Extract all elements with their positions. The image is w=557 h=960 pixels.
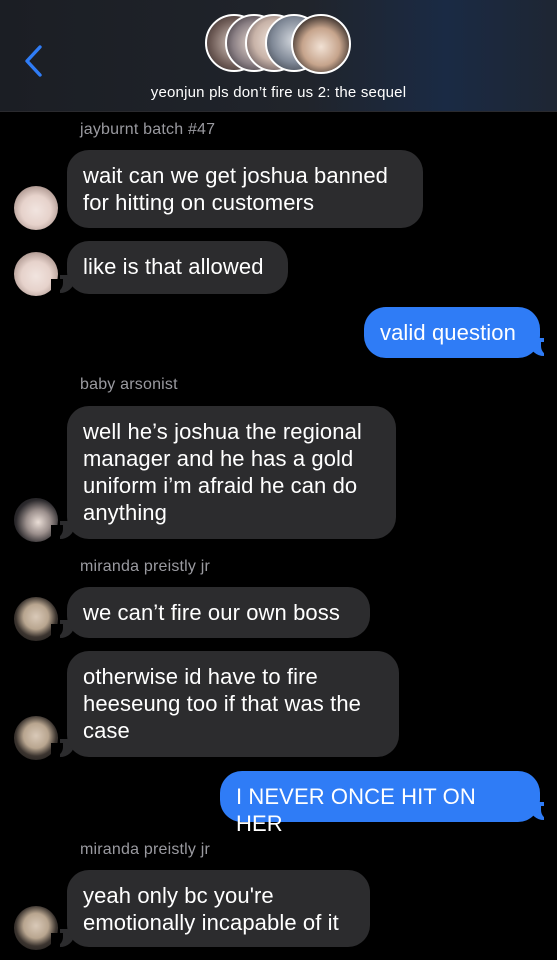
message-line: emotionally incapable of it — [83, 910, 339, 935]
message-line: case — [83, 718, 130, 743]
group-title[interactable]: yeonjun pls don’t fire us 2: the sequel — [0, 84, 557, 101]
group-avatar-stack[interactable] — [205, 14, 355, 76]
message-bubble-outgoing[interactable]: I NEVER ONCE HIT ON HER — [220, 771, 540, 836]
chevron-left-icon[interactable] — [22, 44, 46, 78]
group-member-avatar — [291, 14, 351, 74]
sender-name: miranda preistly jr — [80, 558, 211, 575]
message-bubble-outgoing[interactable]: valid question — [364, 307, 540, 358]
message-line: I NEVER ONCE HIT ON HER — [236, 784, 476, 836]
message-line: for hitting on customers — [83, 190, 315, 215]
message-bubble[interactable]: yeah only bc you're emotionally incapabl… — [67, 870, 370, 947]
chat-header: yeonjun pls don’t fire us 2: the sequel — [0, 0, 557, 112]
sender-name: miranda preistly jr — [80, 841, 211, 858]
message-line: manager and he has a gold — [83, 446, 354, 471]
message-line: uniform i’m afraid he can do — [83, 473, 358, 498]
message-line: otherwise id have to fire — [83, 664, 318, 689]
message-bubble[interactable]: wait can we get joshua banned for hittin… — [67, 150, 423, 228]
message-bubble[interactable]: otherwise id have to fire heeseung too i… — [67, 651, 399, 757]
sender-name: jayburnt batch #47 — [80, 121, 216, 138]
message-line: anything — [83, 500, 167, 525]
message-line: we can’t fire our own boss — [83, 600, 340, 625]
message-bubble[interactable]: we can’t fire our own boss — [67, 587, 370, 638]
avatar[interactable] — [14, 186, 58, 230]
message-line: heeseung too if that was the — [83, 691, 361, 716]
sender-name: baby arsonist — [80, 376, 178, 393]
message-line: yeah only bc you're — [83, 883, 274, 908]
message-line: valid question — [380, 320, 516, 345]
message-line: wait can we get joshua banned — [83, 163, 389, 188]
message-bubble[interactable]: like is that allowed — [67, 241, 288, 294]
message-line: well he’s joshua the regional — [83, 419, 362, 444]
message-line: like is that allowed — [83, 254, 264, 279]
message-bubble[interactable]: well he’s joshua the regional manager an… — [67, 406, 396, 539]
